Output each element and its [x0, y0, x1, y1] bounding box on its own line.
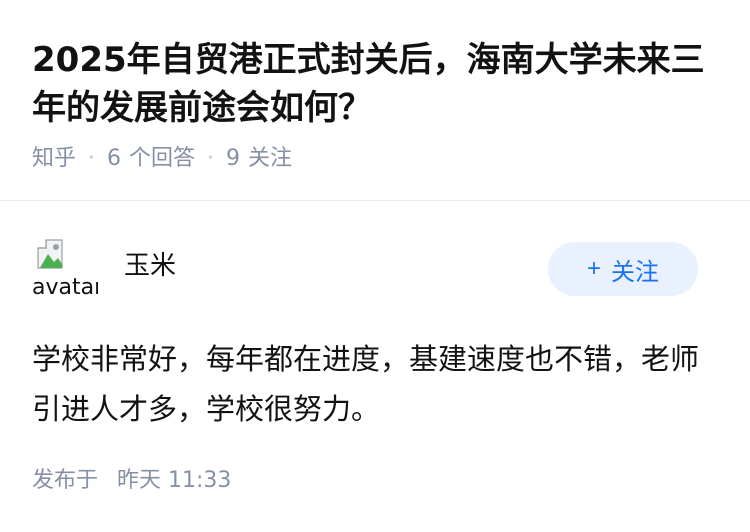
- publish-time: 昨天 11:33: [117, 468, 232, 493]
- plus-icon: +: [586, 255, 601, 282]
- author-name[interactable]: 玉米: [124, 250, 176, 282]
- avatar[interactable]: avatar: [32, 238, 98, 300]
- follower-count-label: 关注: [248, 146, 293, 171]
- answer-content[interactable]: 学校非常好，每年都在进度，基建速度也不错，老师引进人才多，学校很努力。: [32, 334, 712, 434]
- follower-count: 9: [226, 146, 241, 171]
- avatar-alt-text: avatar: [32, 275, 98, 300]
- answer-author-row: avatar 玉米 + 关注: [32, 238, 698, 300]
- answer-count-label: 个回答: [129, 146, 196, 171]
- follow-button[interactable]: + 关注: [548, 242, 698, 296]
- answer-publish-time: 发布于 昨天 11:33: [32, 466, 231, 496]
- page: 2025年自贸港正式封关后，海南大学未来三年的发展前途会如何？ 知乎 · 6 个…: [0, 0, 750, 532]
- question-meta: 知乎 · 6 个回答 · 9 关注: [32, 144, 292, 174]
- broken-image-icon: [37, 239, 63, 269]
- question-header: 2025年自贸港正式封关后，海南大学未来三年的发展前途会如何？ 知乎 · 6 个…: [0, 0, 750, 201]
- follow-button-label: 关注: [611, 258, 659, 286]
- source-label[interactable]: 知乎: [32, 144, 76, 174]
- meta-separator: ·: [207, 146, 215, 171]
- meta-separator: ·: [88, 146, 96, 171]
- publish-label: 发布于: [32, 468, 99, 493]
- answer-count: 6: [107, 146, 122, 171]
- question-title[interactable]: 2025年自贸港正式封关后，海南大学未来三年的发展前途会如何？: [32, 36, 722, 132]
